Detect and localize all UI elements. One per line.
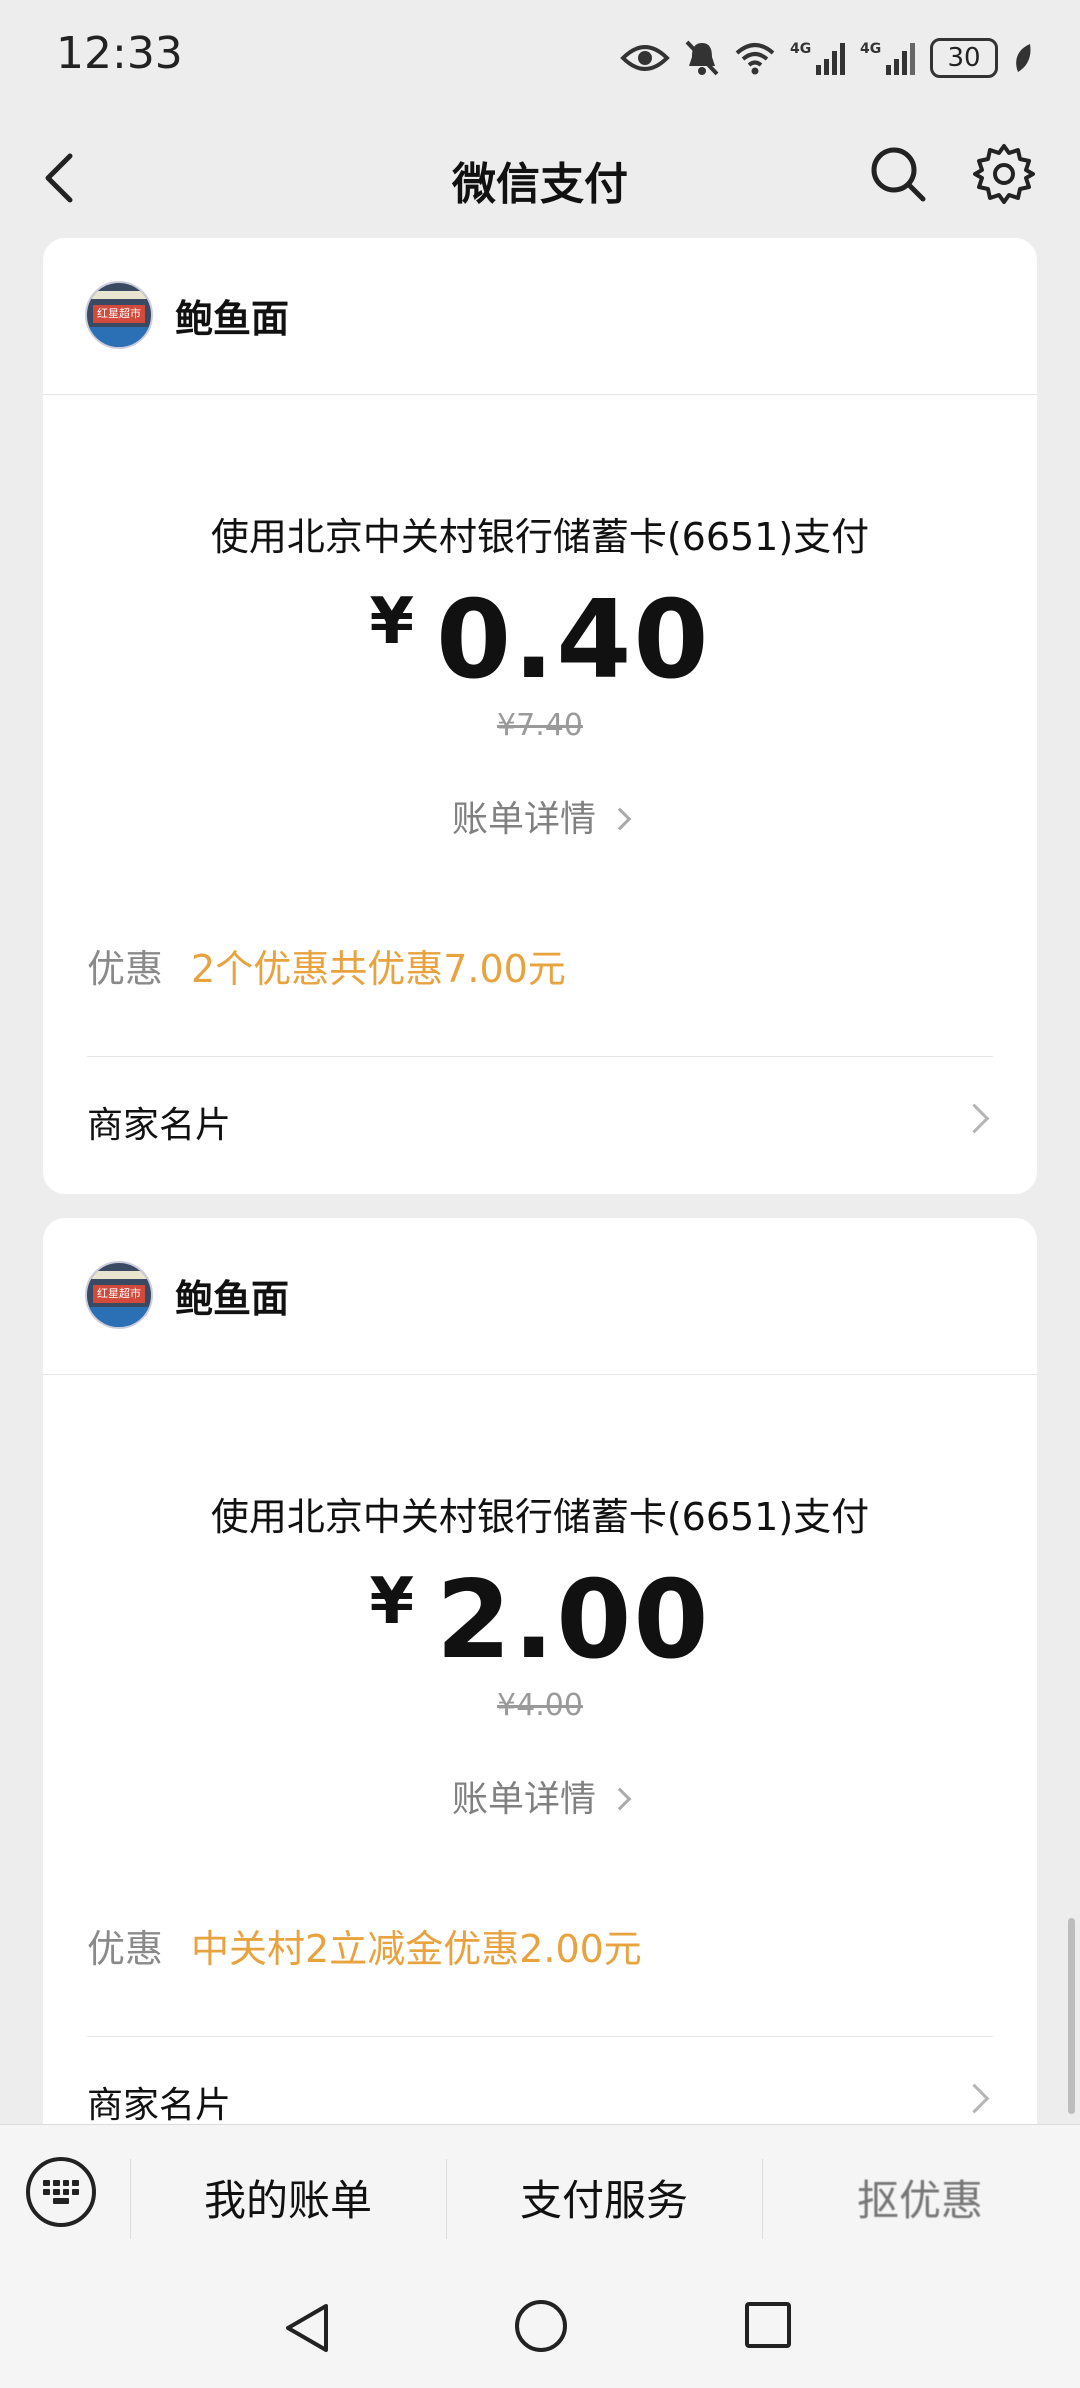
merchant-name: 鲍鱼面	[175, 1276, 290, 1321]
payment-method: 使用北京中关村银行储蓄卡(6651)支付	[210, 515, 870, 559]
status-time: 12:33	[56, 28, 183, 79]
currency-symbol: ¥	[369, 585, 417, 659]
bill-detail-label: 账单详情	[451, 799, 596, 840]
divider	[446, 2159, 447, 2239]
divider	[43, 1374, 1037, 1375]
amount-value: 0.40	[436, 578, 711, 703]
discount-label: 优惠	[87, 947, 164, 991]
svg-text:4G: 4G	[860, 41, 881, 57]
merchant-name: 鲍鱼面	[175, 296, 290, 341]
chevron-right-icon	[608, 807, 632, 831]
gear-icon[interactable]	[972, 142, 1036, 206]
wifi-icon	[735, 43, 775, 75]
bill-detail-label: 账单详情	[451, 1779, 596, 1820]
currency-symbol: ¥	[369, 1565, 417, 1639]
discount-label: 优惠	[87, 1927, 164, 1971]
original-amount: ¥4.00	[497, 1688, 583, 1723]
merchant-card-label: 商家名片	[87, 1105, 232, 1146]
top-bar: 微信支付	[0, 118, 1080, 238]
bill-detail-link[interactable]: 账单详情	[43, 1770, 1037, 1822]
deals-button[interactable]: 抠优惠	[770, 2167, 1070, 2228]
chevron-right-icon	[959, 2083, 990, 2114]
amount-value: 2.00	[436, 1558, 711, 1683]
amount: ¥0.40	[43, 578, 1037, 703]
status-bar: 12:33 4G 4G 30	[0, 0, 1080, 118]
discount-row: 优惠 中关村2立减金优惠2.00元	[87, 1918, 642, 1973]
status-icons: 4G 4G 30	[620, 30, 1034, 86]
nav-home-icon[interactable]	[515, 2300, 567, 2352]
signal-4g-icon: 4G	[860, 41, 915, 75]
bottom-menu: 我的账单 支付服务 抠优惠	[0, 2124, 1080, 2273]
amount: ¥2.00	[43, 1558, 1037, 1683]
discount-row: 优惠 2个优惠共优惠7.00元	[87, 938, 566, 993]
bill-detail-link[interactable]: 账单详情	[43, 790, 1037, 842]
svg-text:4G: 4G	[790, 41, 811, 57]
avatar-sign: 红星超市	[93, 1285, 145, 1303]
my-bills-button[interactable]: 我的账单	[138, 2167, 438, 2228]
discount-value: 2个优惠共优惠7.00元	[191, 947, 566, 991]
signal-4g-icon: 4G	[790, 41, 845, 75]
chevron-right-icon	[959, 1103, 990, 1134]
merchant-card-label: 商家名片	[87, 2085, 232, 2126]
scrollbar[interactable]	[1068, 1918, 1075, 2114]
discount-value: 中关村2立减金优惠2.00元	[191, 1927, 642, 1971]
nav-recent-apps-icon[interactable]	[745, 2302, 791, 2348]
keyboard-icon[interactable]	[26, 2157, 96, 2227]
leaf-icon	[1016, 44, 1031, 72]
merchant-header[interactable]: 红星超市 鲍鱼面	[85, 1260, 289, 1330]
divider	[87, 2036, 993, 2037]
divider	[87, 1056, 993, 1057]
merchant-header[interactable]: 红星超市 鲍鱼面	[85, 280, 289, 350]
avatar: 红星超市	[85, 1261, 153, 1329]
mute-bell-icon	[685, 40, 719, 76]
search-icon[interactable]	[868, 144, 928, 204]
merchant-card-row[interactable]: 商家名片	[87, 1076, 993, 1166]
divider	[762, 2159, 763, 2239]
battery-icon: 30	[930, 38, 998, 78]
original-amount: ¥7.40	[497, 708, 583, 743]
transaction-card: 红星超市 鲍鱼面 使用北京中关村银行储蓄卡(6651)支付 ¥2.00 ¥4.0…	[43, 1218, 1037, 2218]
avatar-sign: 红星超市	[93, 305, 145, 323]
payment-method: 使用北京中关村银行储蓄卡(6651)支付	[210, 1495, 870, 1539]
avatar: 红星超市	[85, 281, 153, 349]
divider	[130, 2159, 131, 2239]
transaction-card: 红星超市 鲍鱼面 使用北京中关村银行储蓄卡(6651)支付 ¥0.40 ¥7.4…	[43, 238, 1037, 1194]
chevron-right-icon	[608, 1787, 632, 1811]
divider	[43, 394, 1037, 395]
system-nav-bar	[0, 2272, 1080, 2388]
nav-back-icon[interactable]	[280, 2300, 336, 2356]
payment-services-button[interactable]: 支付服务	[454, 2167, 754, 2228]
eye-icon	[620, 45, 670, 71]
